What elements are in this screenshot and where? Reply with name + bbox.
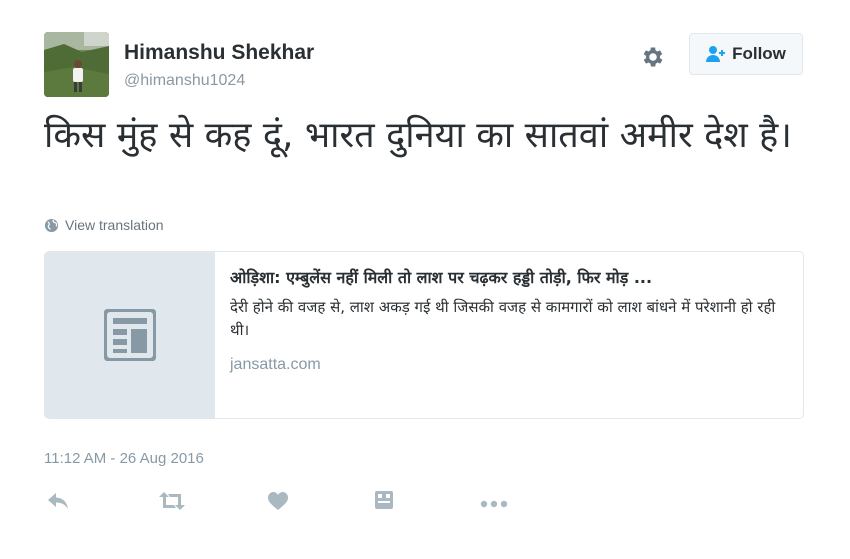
article-icon	[104, 309, 156, 361]
avatar-image	[44, 32, 109, 97]
avatar[interactable]	[44, 32, 109, 97]
reply-icon[interactable]	[46, 490, 70, 517]
person-add-icon	[706, 46, 726, 62]
card-description: देरी होने की वजह से, लाश अकड़ गई थी जिसक…	[230, 298, 776, 339]
retweet-icon[interactable]	[157, 490, 187, 517]
gear-icon[interactable]	[640, 44, 666, 70]
embed-icon[interactable]	[374, 490, 394, 515]
card-domain: jansatta.com	[230, 356, 321, 373]
view-translation-link[interactable]: View translation	[44, 217, 164, 233]
globe-icon	[44, 218, 59, 232]
view-translation-label: View translation	[65, 217, 164, 233]
tweet-text: किस मुंह से कह दूं, भारत दुनिया का सातवा…	[44, 115, 792, 156]
author-handle[interactable]: @himanshu1024	[124, 72, 245, 90]
follow-button[interactable]: Follow	[689, 33, 803, 75]
card-thumbnail	[45, 252, 215, 418]
like-icon[interactable]	[267, 490, 289, 517]
follow-label: Follow	[732, 44, 786, 63]
card-title: ओड़िशा: एम्बुलेंस नहीं मिली तो लाश पर चढ…	[230, 268, 653, 287]
link-card[interactable]: ओड़िशा: एम्बुलेंस नहीं मिली तो लाश पर चढ…	[44, 251, 804, 419]
author-name[interactable]: Himanshu Shekhar	[124, 41, 314, 65]
more-icon[interactable]	[480, 496, 508, 514]
tweet-timestamp[interactable]: 11:12 AM - 26 Aug 2016	[44, 450, 204, 467]
